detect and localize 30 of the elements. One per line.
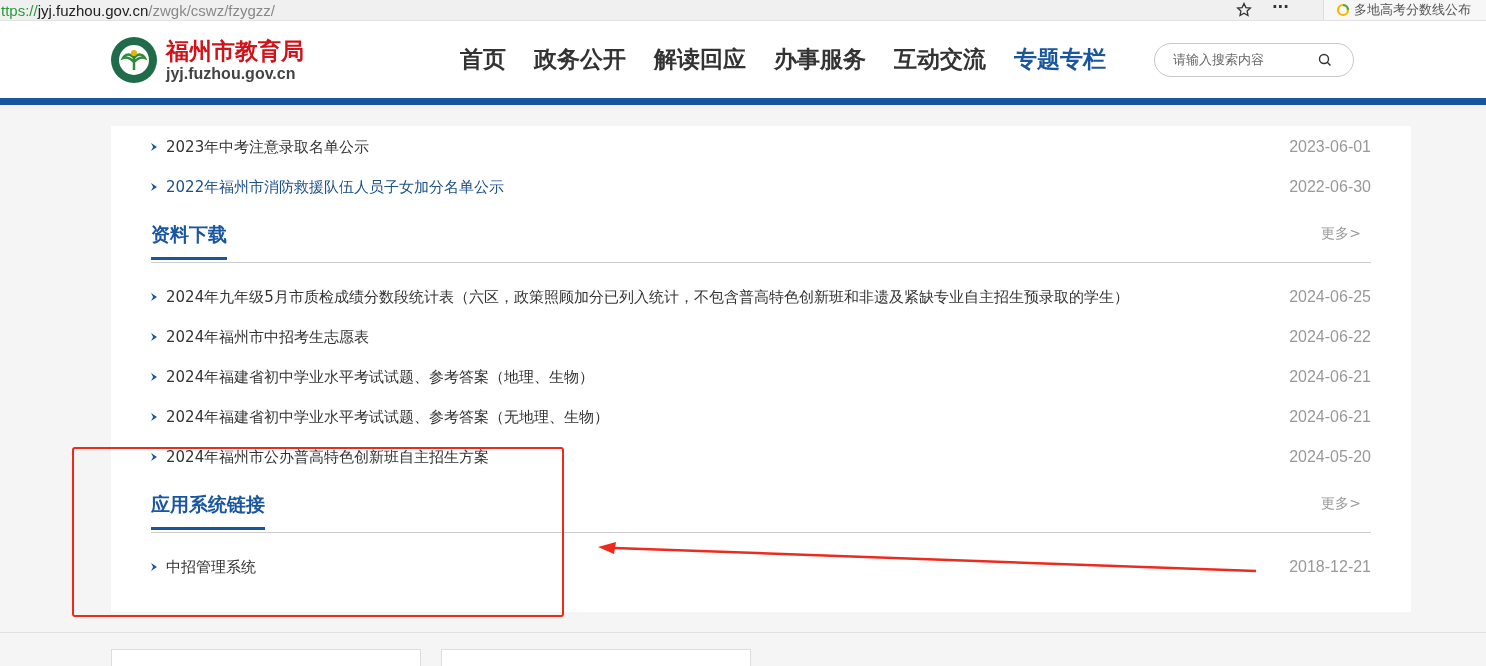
news-link[interactable]: 中招管理系统 [166, 557, 1290, 577]
nav-item[interactable]: 办事服务 [774, 44, 866, 75]
address-url[interactable]: ttps://jyj.fuzhou.gov.cn/zwgk/cswz/fzygzz/ [1, 1, 275, 19]
date-text: 2024-05-20 [1289, 448, 1371, 466]
date-text: 2023-06-01 [1289, 138, 1371, 156]
section-title: 应用系统链接 [151, 490, 265, 530]
site-domain: jyj.fuzhou.gov.cn [166, 64, 297, 83]
date-text: 2024-06-22 [1289, 328, 1371, 346]
nav-item[interactable]: 解读回应 [654, 44, 746, 75]
nav-item[interactable]: 专题专栏 [1014, 44, 1106, 75]
site-name: 福州市教育局 [166, 36, 304, 65]
date-text: 2018-12-21 [1289, 558, 1371, 576]
more-button[interactable]: ··· [1271, 0, 1289, 16]
nav-item[interactable]: 政务公开 [534, 44, 626, 75]
date-text: 2024-06-25 [1289, 288, 1371, 306]
date-text: 2024-06-21 [1289, 408, 1371, 426]
section-title: 资料下载 [151, 220, 227, 260]
news-link[interactable]: 2022年福州市消防救援队伍人员子女加分名单公示 [166, 177, 1290, 197]
news-link[interactable]: 2024年福州市中招考生志愿表 [166, 327, 1290, 347]
news-link[interactable]: 2024年福建省初中学业水平考试试题、参考答案（地理、生物） [166, 367, 1290, 387]
news-link[interactable]: 2024年福建省初中学业水平考试试题、参考答案（无地理、生物） [166, 407, 1290, 427]
date-text: 2022-06-30 [1289, 178, 1371, 196]
browser-tab[interactable]: 多地高考分数线公布 [1323, 0, 1486, 20]
search-field[interactable]: 请输入搜索内容 [1154, 42, 1354, 77]
nav-item[interactable]: 首页 [460, 44, 506, 75]
news-link[interactable]: 2023年中考注意录取名单公示 [166, 137, 1290, 157]
nav-item[interactable]: 互动交流 [894, 44, 986, 75]
news-link[interactable]: 2024年九年级5月市质检成绩分数段统计表（六区，政策照顾加分已列入统计，不包含普高特色创新班和非遗及紧缺专业自主招生预录取的学生） [166, 287, 1290, 307]
date-text: 2024-06-21 [1289, 368, 1371, 386]
news-link[interactable]: 2024年福州市公办普高特色创新班自主招生方案 [166, 447, 1290, 467]
